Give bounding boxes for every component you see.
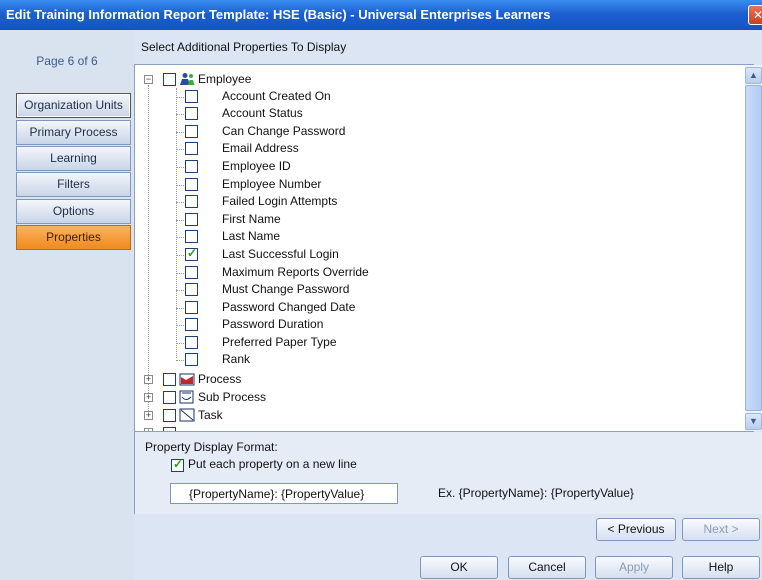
help-button[interactable]: Help <box>682 556 760 579</box>
expand-icon[interactable]: + <box>144 375 153 384</box>
checkbox-preferred-paper-type[interactable] <box>185 336 198 349</box>
newline-checkbox[interactable] <box>171 457 184 472</box>
nav-learning[interactable]: Learning <box>16 146 131 171</box>
section-heading: Select Additional Properties To Display <box>141 40 347 54</box>
tree-item-label: Rank <box>222 352 251 366</box>
ok-button[interactable]: OK <box>420 556 498 579</box>
tree-item-label: Maximum Reports Override <box>222 265 369 279</box>
checkbox-employee-id[interactable] <box>185 160 198 173</box>
checkbox-account-created-on[interactable] <box>185 90 198 103</box>
tree-root-label: Employee <box>198 72 252 86</box>
tree-item-label: Employee Number <box>222 177 322 191</box>
checkbox-process[interactable] <box>163 373 176 386</box>
checkbox-last-name[interactable] <box>185 230 198 243</box>
checkbox-sub-process[interactable] <box>163 391 176 404</box>
tree-item-label: Password Duration <box>222 317 324 331</box>
nav-options[interactable]: Options <box>16 199 131 224</box>
checkbox-email-address[interactable] <box>185 142 198 155</box>
tree-guide-line <box>176 88 177 358</box>
tree-node-label: Task <box>198 408 223 422</box>
close-icon: ✕ <box>752 8 762 22</box>
nav-primary-process[interactable]: Primary Process <box>16 120 131 145</box>
checkbox-first-name[interactable] <box>185 213 198 226</box>
newline-label: Put each property on a new line <box>188 457 357 471</box>
tree-item-label: Password Changed Date <box>222 300 356 314</box>
process-icon <box>179 373 195 386</box>
scroll-down-icon[interactable]: ▼ <box>745 413 762 430</box>
scroll-up-icon[interactable]: ▲ <box>745 67 762 84</box>
checkbox-can-change-password[interactable] <box>185 125 198 138</box>
checkbox-last-successful-login[interactable] <box>185 246 198 261</box>
checkbox-password-duration[interactable] <box>185 318 198 331</box>
tree-item-label: Last Name <box>222 229 281 243</box>
tree-node-label: Process <box>198 372 242 386</box>
nav-filters[interactable]: Filters <box>16 172 131 197</box>
apply-button[interactable]: Apply <box>595 556 673 579</box>
nav-organization-units[interactable]: Organization Units <box>16 93 131 118</box>
property-format-panel: Property Display Format: Put each proper… <box>134 432 762 514</box>
tree-item-label: Email Address <box>222 141 299 155</box>
checkbox-maximum-reports-override[interactable] <box>185 266 198 279</box>
window-title: Edit Training Information Report Templat… <box>6 7 551 22</box>
task-icon <box>179 408 195 422</box>
tree-scrollbar[interactable]: ▲ ▼ <box>745 65 762 431</box>
tree-item-label: Account Created On <box>222 89 331 103</box>
scrollbar-thumb[interactable] <box>745 85 762 411</box>
checkbox-employee-number[interactable] <box>185 178 198 191</box>
checkbox-rank[interactable] <box>185 353 198 366</box>
checkbox-task[interactable] <box>163 409 176 422</box>
tree-item-label: Last Successful Login <box>222 247 339 261</box>
expand-icon[interactable]: + <box>144 411 153 420</box>
next-button[interactable]: Next > <box>682 518 760 541</box>
tree-item-label: Must Change Password <box>222 282 350 296</box>
property-tree[interactable]: − Employee Account Created On Account St… <box>134 64 754 432</box>
checkbox-failed-login-attempts[interactable] <box>185 195 198 208</box>
sub-process-icon <box>179 390 194 404</box>
tree-item-label: First Name <box>222 212 281 226</box>
format-input[interactable] <box>170 483 398 504</box>
cancel-button[interactable]: Cancel <box>508 556 586 579</box>
employee-checkbox[interactable] <box>163 73 176 86</box>
tree-item-label: Can Change Password <box>222 124 346 138</box>
close-button[interactable]: ✕ <box>748 5 762 25</box>
tree-item-label: Failed Login Attempts <box>222 194 338 208</box>
tree-item-label: Employee ID <box>222 159 291 173</box>
page-indicator: Page 6 of 6 <box>36 54 98 68</box>
format-example: Ex. {PropertyName}: {PropertyValue} <box>438 486 634 500</box>
collapse-icon[interactable]: − <box>144 75 153 84</box>
previous-button[interactable]: < Previous <box>596 518 676 541</box>
tree-item-label: Preferred Paper Type <box>222 335 337 349</box>
nav-properties[interactable]: Properties <box>16 225 131 250</box>
wizard-nav-pane: Page 6 of 6 Organization Units Primary P… <box>0 30 134 580</box>
format-label: Property Display Format: <box>145 440 278 454</box>
expand-icon[interactable]: + <box>144 393 153 402</box>
tree-item-label: Account Status <box>222 106 303 120</box>
checkbox-account-status[interactable] <box>185 107 198 120</box>
employee-icon <box>180 73 195 85</box>
tree-guide-line <box>148 85 149 415</box>
checkbox-must-change-password[interactable] <box>185 283 198 296</box>
checkbox-password-changed-date[interactable] <box>185 301 198 314</box>
window-titlebar: Edit Training Information Report Templat… <box>0 0 762 30</box>
tree-node-label: Sub Process <box>198 390 267 404</box>
